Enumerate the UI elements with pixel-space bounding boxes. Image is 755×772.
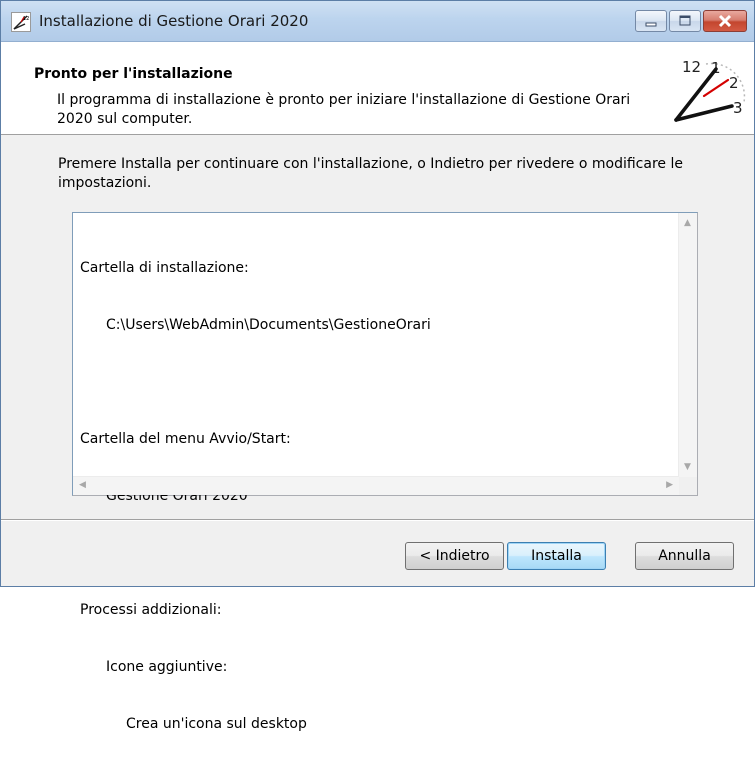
tasks-item: Crea un'icona sul desktop	[126, 716, 307, 732]
scrollbar-corner	[679, 477, 697, 495]
close-icon	[718, 14, 732, 28]
install-button[interactable]: Installa	[507, 542, 606, 570]
horizontal-scrollbar[interactable]: ◀ ▶	[73, 476, 679, 495]
svg-text:12: 12	[23, 16, 29, 22]
clock-number-3: 3	[733, 99, 743, 117]
tasks-label: Processi addizionali:	[80, 602, 222, 618]
scroll-up-icon[interactable]: ▲	[684, 219, 691, 228]
minimize-icon	[645, 22, 657, 27]
cancel-button[interactable]: Annulla	[635, 542, 734, 570]
install-folder-value: C:\Users\WebAdmin\Documents\GestioneOrar…	[106, 317, 431, 333]
title-bar[interactable]: 12 Installazione di Gestione Orari 2020	[1, 1, 754, 42]
scroll-right-icon[interactable]: ▶	[666, 481, 673, 490]
scroll-down-icon[interactable]: ▼	[684, 463, 691, 472]
clock-number-12: 12	[682, 58, 701, 76]
tasks-group: Icone aggiuntive:	[106, 659, 228, 675]
instructions-text: Premere Installa per continuare con l'in…	[58, 156, 683, 191]
minimize-button[interactable]	[635, 10, 667, 32]
clock-app-icon: 12	[11, 12, 31, 32]
summary-memo[interactable]: Cartella di installazione: C:\Users\WebA…	[72, 212, 698, 732]
page-description: Il programma di installazione è pronto p…	[57, 92, 631, 127]
window-title: Installazione di Gestione Orari 2020	[39, 12, 309, 30]
back-button[interactable]: < Indietro	[405, 542, 504, 570]
clock-number-2: 2	[729, 74, 739, 92]
close-button[interactable]	[703, 10, 747, 32]
divider-highlight	[1, 520, 754, 521]
installer-window: 12 Installazione di Gestione Orari 2020 …	[0, 0, 755, 732]
clock-icon: 12 1 2 3	[674, 58, 746, 122]
install-folder-label: Cartella di installazione:	[80, 260, 249, 276]
summary-content: Cartella di installazione: C:\Users\WebA…	[80, 221, 675, 772]
vertical-scrollbar[interactable]: ▲ ▼	[678, 213, 697, 478]
page-title: Pronto per l'installazione	[34, 66, 233, 82]
maximize-icon	[679, 15, 691, 26]
scroll-left-icon[interactable]: ◀	[79, 481, 86, 490]
start-menu-label: Cartella del menu Avvio/Start:	[80, 431, 291, 447]
maximize-button[interactable]	[669, 10, 701, 32]
wizard-header: Pronto per l'installazione Il programma …	[1, 42, 754, 135]
